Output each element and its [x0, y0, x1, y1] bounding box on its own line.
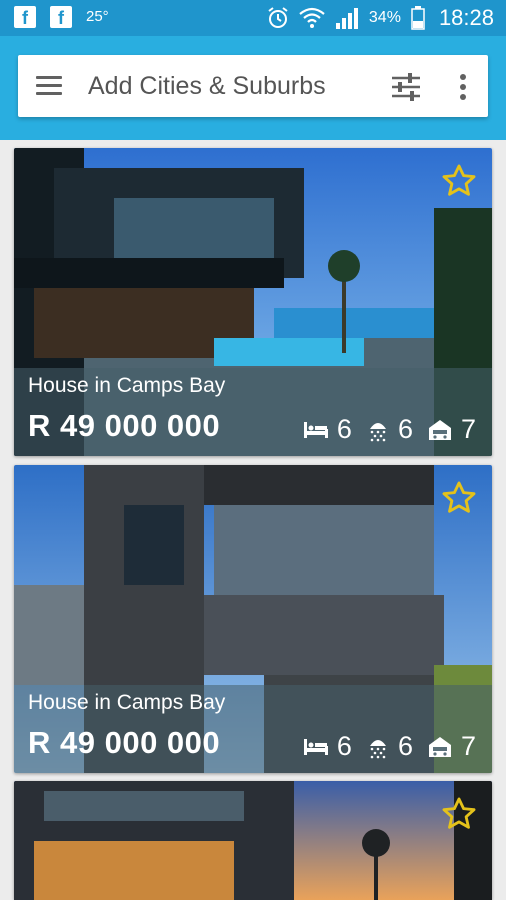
listing-info-overlay: House in Camps Bay R 49 000 000 6 6 7	[14, 685, 492, 773]
garage-icon	[428, 419, 451, 440]
listing-info-overlay: House in Camps Bay R 49 000 000 6 6 7	[14, 368, 492, 456]
bedrooms-count: 6	[336, 414, 352, 444]
signal-icon	[335, 8, 358, 29]
more-options-icon[interactable]	[454, 71, 472, 103]
clock: 18:28	[438, 5, 494, 30]
status-bar: f f 25° 34% 18:28	[0, 0, 506, 36]
hamburger-menu-icon[interactable]	[34, 73, 64, 99]
shower-icon	[369, 422, 386, 441]
favorite-star-icon[interactable]	[440, 162, 478, 200]
listing-card[interactable]: House in Camps Bay R 49 000 000 6 6 7	[14, 148, 492, 456]
favorite-star-icon[interactable]	[440, 795, 478, 833]
garages-count: 7	[460, 414, 476, 444]
bedrooms-count: 6	[336, 731, 352, 761]
search-input[interactable]: Add Cities & Suburbs	[88, 72, 326, 101]
listing-title: House in Camps Bay	[28, 691, 226, 714]
listing-photo	[14, 781, 492, 900]
shower-icon	[369, 739, 386, 758]
battery-percent: 34%	[368, 9, 401, 26]
alarm-clock-icon	[268, 7, 288, 28]
bathrooms-count: 6	[397, 414, 413, 444]
listing-title: House in Camps Bay	[28, 374, 226, 397]
facebook-notification-icon: f	[50, 6, 72, 28]
battery-icon	[411, 6, 425, 30]
bed-icon	[303, 421, 328, 438]
listing-card[interactable]: House in Camps Bay R 49 000 000 6 6 7	[14, 465, 492, 773]
listing-price: R 49 000 000	[28, 408, 221, 443]
listing-price: R 49 000 000	[28, 725, 221, 760]
facebook-notification-icon: f	[14, 6, 36, 28]
temperature-text: 25°	[86, 8, 109, 25]
listing-card[interactable]	[14, 781, 492, 900]
garage-icon	[428, 736, 451, 757]
search-bar[interactable]: Add Cities & Suburbs	[18, 55, 488, 117]
bed-icon	[303, 738, 328, 755]
app-bar: Add Cities & Suburbs	[0, 36, 506, 140]
bathrooms-count: 6	[397, 731, 413, 761]
garages-count: 7	[460, 731, 476, 761]
filter-sliders-icon[interactable]	[390, 71, 422, 103]
wifi-icon	[299, 7, 325, 28]
favorite-star-icon[interactable]	[440, 479, 478, 517]
